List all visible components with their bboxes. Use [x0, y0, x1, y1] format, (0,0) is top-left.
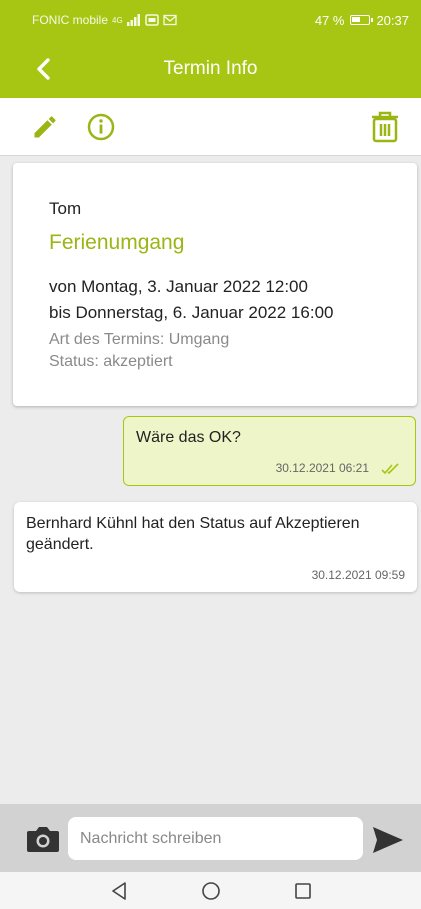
appointment-start: von Montag, 3. Januar 2022 12:00 — [49, 277, 308, 296]
trash-icon — [372, 111, 398, 143]
status-bar: FONIC mobile 4G 47 % 20:37 — [0, 0, 421, 40]
circle-home-icon — [201, 881, 220, 900]
message-text: Bernhard Kühnl hat den Status auf Akzept… — [26, 515, 360, 553]
network-type: 4G — [112, 15, 123, 25]
appointment-status: Status: akzeptiert — [49, 353, 173, 370]
square-recents-icon — [294, 882, 311, 899]
appointment-person: Tom — [49, 199, 82, 218]
appointment-title: Ferienumgang — [49, 231, 185, 254]
delete-button[interactable] — [368, 110, 402, 144]
page-title: Termin Info — [163, 58, 258, 79]
message-input[interactable] — [68, 817, 363, 860]
nav-home-button[interactable] — [196, 876, 226, 906]
message-composer — [0, 804, 421, 872]
storage-icon — [144, 14, 159, 26]
nav-back-button[interactable] — [104, 876, 134, 906]
mail-icon — [163, 14, 177, 26]
action-toolbar — [0, 98, 421, 156]
info-button[interactable] — [84, 110, 118, 144]
message-outgoing[interactable]: Wäre das OK? 30.12.2021 06:21 — [123, 416, 416, 486]
back-button[interactable] — [28, 54, 58, 84]
battery-fill — [352, 17, 360, 22]
app-bar: Termin Info — [0, 40, 421, 98]
message-timestamp: 30.12.2021 09:59 — [311, 568, 405, 582]
send-button[interactable] — [371, 825, 407, 855]
message-incoming[interactable]: Bernhard Kühnl hat den Status auf Akzept… — [14, 502, 417, 592]
pencil-icon — [34, 116, 56, 138]
battery-percent: 47 % — [314, 12, 345, 28]
appointment-end: bis Donnerstag, 6. Januar 2022 16:00 — [49, 303, 334, 322]
battery-icon — [350, 15, 374, 25]
nav-recents-button[interactable] — [288, 876, 318, 906]
message-timestamp: 30.12.2021 06:21 — [275, 461, 369, 475]
status-left: FONIC mobile 4G — [32, 13, 177, 27]
appointment-card: Tom Ferienumgang von Montag, 3. Januar 2… — [13, 163, 417, 406]
camera-button[interactable] — [25, 824, 61, 854]
triangle-back-icon — [111, 881, 126, 900]
signal-icon — [126, 14, 140, 26]
message-text: Wäre das OK? — [136, 429, 241, 446]
appointment-type: Art des Termins: Umgang — [49, 331, 230, 348]
carrier-label: FONIC mobile — [32, 13, 109, 27]
double-check-icon — [381, 463, 399, 475]
chevron-left-icon — [37, 58, 50, 80]
send-icon — [373, 827, 403, 853]
clock: 20:37 — [376, 12, 409, 28]
edit-button[interactable] — [28, 110, 62, 144]
info-icon — [87, 113, 115, 141]
system-nav-bar — [0, 872, 421, 909]
status-right: 47 % 20:37 — [315, 13, 409, 28]
camera-icon — [27, 827, 59, 852]
